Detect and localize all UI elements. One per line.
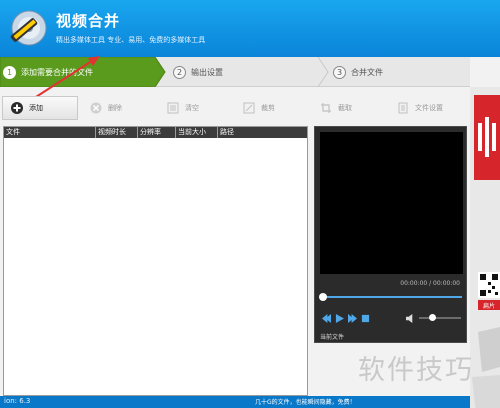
clear-list-icon: [167, 102, 179, 114]
clear-button[interactable]: 清空: [167, 96, 199, 120]
trim-button-label: 截取: [338, 104, 352, 112]
status-promo-link[interactable]: 几十G的文件，也能瞬间隐藏，免费！: [255, 397, 356, 406]
ad-red-block: [474, 95, 500, 180]
file-list-table[interactable]: 文件 视频时长 分辨率 当前大小 路径: [3, 126, 308, 396]
file-list-header: 文件 视频时长 分辨率 当前大小 路径: [4, 127, 307, 138]
crop-icon: [243, 102, 255, 114]
seek-bar[interactable]: [322, 296, 462, 298]
crop-button[interactable]: 裁剪: [243, 96, 275, 120]
volume-handle[interactable]: [429, 314, 436, 321]
file-settings-button-label: 文件设置: [415, 104, 443, 112]
plus-circle-icon: [11, 102, 23, 114]
trim-button[interactable]: 截取: [320, 96, 352, 120]
file-settings-icon: [398, 102, 408, 114]
add-button-label: 添加: [29, 104, 43, 112]
current-file-label: 当前文件: [320, 334, 345, 341]
video-preview-screen: [320, 132, 463, 274]
version-label: ion: 6.3: [4, 397, 31, 405]
crop-button-label: 裁剪: [261, 104, 275, 112]
stop-icon[interactable]: [361, 314, 370, 323]
delete-button-label: 删除: [108, 104, 122, 112]
delete-button[interactable]: 删除: [90, 96, 122, 120]
column-header-file[interactable]: 文件: [4, 127, 96, 138]
volume-slider[interactable]: [419, 317, 461, 319]
play-icon[interactable]: [335, 314, 344, 323]
column-header-path[interactable]: 路径: [218, 127, 307, 138]
ad-pattern-icon: [472, 327, 500, 408]
column-header-resolution[interactable]: 分辨率: [138, 127, 176, 138]
previous-icon[interactable]: [322, 314, 331, 323]
ad-caption: 扁片: [482, 303, 495, 310]
ad-banner[interactable]: 扁片: [470, 87, 500, 408]
watermark-text: 软件技巧: [358, 355, 474, 386]
clear-button-label: 清空: [185, 104, 199, 112]
seek-handle[interactable]: [319, 293, 327, 301]
file-settings-button[interactable]: 文件设置: [397, 96, 443, 120]
status-bar: ion: 6.3 几十G的文件，也能瞬间隐藏，免费！: [0, 396, 470, 408]
next-icon[interactable]: [348, 314, 357, 323]
preview-panel: 00:00:00 / 00:00:00 当前文件: [314, 126, 467, 343]
volume-icon[interactable]: [406, 314, 415, 323]
delete-icon: [90, 102, 102, 114]
toolbar: 添加 删除 清空 裁剪 截取 文件设置: [0, 96, 470, 120]
column-header-size[interactable]: 当前大小: [176, 127, 218, 138]
app-window: 视频合并 精出多媒体工具 专业、易用、免费的多媒体工具 1 添加需要合并的文件 …: [0, 0, 500, 408]
timecode: 00:00:00 / 00:00:00: [400, 280, 460, 287]
add-button[interactable]: 添加: [2, 96, 78, 120]
trim-icon: [321, 103, 331, 113]
column-header-duration[interactable]: 视频时长: [96, 127, 138, 138]
ad-logo-icon: [478, 117, 496, 157]
